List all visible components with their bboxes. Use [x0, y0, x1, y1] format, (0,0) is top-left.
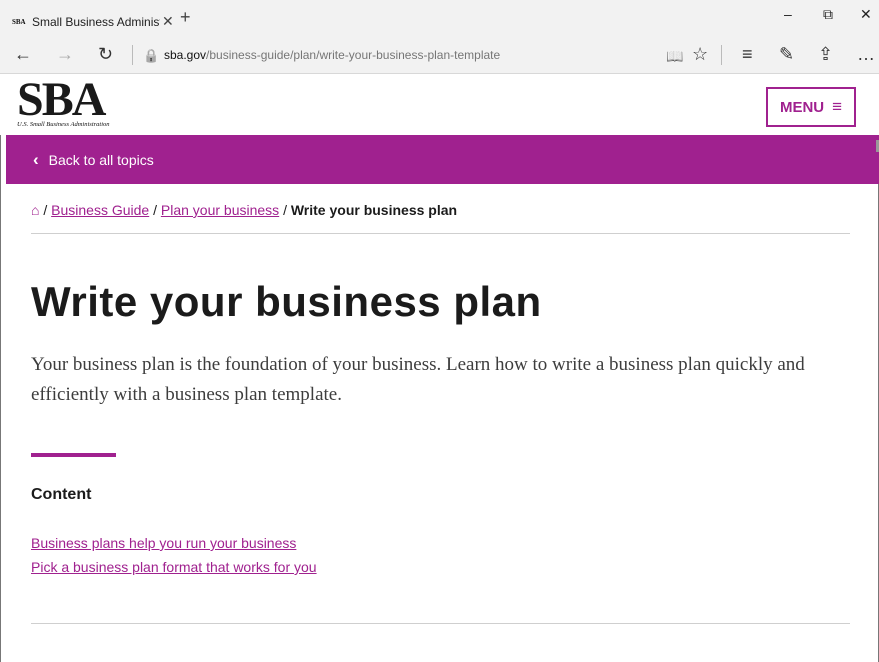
minimize-icon[interactable]: –	[784, 6, 792, 22]
breadcrumb-separator: /	[153, 202, 157, 218]
toc-link[interactable]: Pick a business plan format that works f…	[31, 555, 317, 579]
lock-icon: 🔒	[143, 48, 160, 63]
table-of-contents: Business plans help you run your busines…	[31, 531, 317, 579]
tab-title: Small Business Administ	[32, 14, 160, 29]
page-lede: Your business plan is the foundation of …	[31, 354, 805, 405]
restore-icon[interactable]: ⧉	[823, 6, 833, 23]
back-icon[interactable]: ←	[14, 45, 32, 63]
separator	[721, 45, 722, 65]
sba-logo[interactable]: SBA U.S. Small Business Administration	[17, 73, 110, 129]
reading-view-icon[interactable]: 📖	[666, 47, 683, 65]
page-title: Write your business plan	[31, 278, 542, 325]
menu-button[interactable]: MENU ≡	[766, 87, 856, 127]
breadcrumb-business-guide[interactable]: Business Guide	[51, 202, 149, 218]
divider	[31, 233, 850, 234]
chevron-left-icon: ‹	[33, 149, 39, 169]
menu-label: MENU	[779, 98, 825, 116]
forward-icon[interactable]: →	[56, 45, 74, 63]
navigation-bar: ← → ↻ 🔒 sba.gov/business-guide/plan/writ…	[0, 37, 879, 74]
new-tab-icon[interactable]: +	[180, 8, 191, 26]
content-heading: Content	[31, 486, 92, 503]
separator	[132, 45, 133, 65]
title-bar: SBA Small Business Administ ✕ + – ⧉ ✕	[0, 0, 879, 37]
breadcrumb-separator: /	[43, 202, 48, 218]
hamburger-icon: ≡	[832, 97, 843, 116]
breadcrumb: ⌂ / Business Guide / Plan your business …	[31, 202, 457, 218]
refresh-icon[interactable]: ↻	[98, 45, 113, 63]
share-icon[interactable]: ⇪	[818, 45, 833, 63]
back-to-topics-link[interactable]: Back to all topics	[49, 152, 154, 168]
home-icon[interactable]: ⌂	[31, 202, 39, 218]
divider	[31, 623, 850, 624]
url-path: /business-guide/plan/write-your-business…	[206, 48, 501, 62]
address-bar[interactable]: sba.gov/business-guide/plan/write-your-b…	[164, 48, 500, 62]
site-header: SBA U.S. Small Business Administration M…	[0, 74, 879, 135]
toc-link[interactable]: Business plans help you run your busines…	[31, 531, 317, 555]
logo-subtitle: U.S. Small Business Administration	[17, 121, 110, 128]
close-window-icon[interactable]: ✕	[860, 6, 872, 23]
sba-favicon-icon: SBA	[12, 17, 26, 26]
back-to-topics-bar[interactable]: ‹ Back to all topics	[6, 135, 879, 184]
accent-rule	[31, 453, 116, 457]
breadcrumb-current: Write your business plan	[290, 202, 458, 218]
tab-close-icon[interactable]: ✕	[162, 13, 174, 30]
browser-tab[interactable]: SBA Small Business Administ ✕	[8, 6, 176, 37]
breadcrumb-separator: /	[283, 202, 287, 218]
url-domain: sba.gov	[164, 48, 207, 62]
logo-text: SBA	[17, 73, 106, 126]
hub-icon[interactable]: ≡	[742, 45, 753, 63]
more-icon[interactable]: …	[857, 45, 875, 63]
breadcrumb-plan-your-business[interactable]: Plan your business	[161, 202, 279, 218]
web-note-icon[interactable]: ✎	[779, 45, 794, 63]
favorite-star-icon[interactable]: ☆	[692, 45, 708, 63]
